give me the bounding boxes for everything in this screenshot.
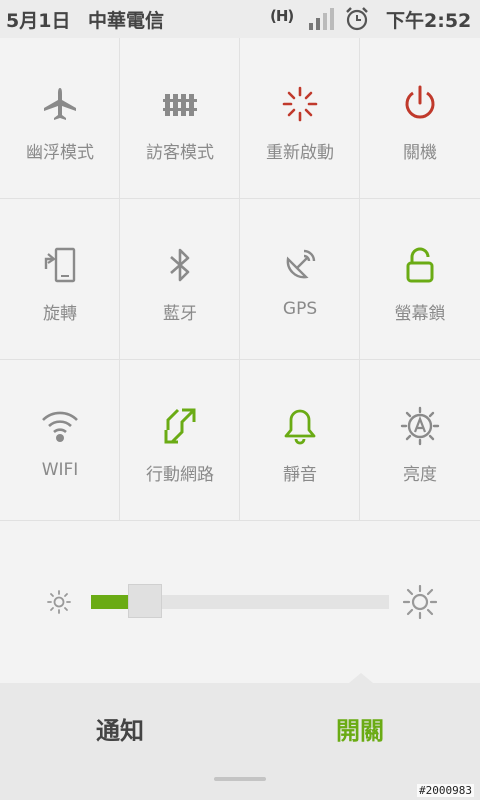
status-bar: 5月1日 中華電信 (H) 下午2:52 [0, 0, 480, 38]
brightness-slider[interactable] [91, 584, 389, 618]
status-carrier: 中華電信 [88, 10, 165, 32]
status-time: 下午2:52 [386, 10, 472, 32]
brightness-panel [0, 522, 480, 682]
rotate-icon [40, 245, 80, 285]
bottom-tab-bar: 通知 開關 #2000983 [0, 673, 480, 800]
unlock-icon [400, 245, 440, 285]
bluetooth-icon [160, 245, 200, 285]
tile-label: 訪客模式 [146, 143, 214, 163]
bell-icon [280, 406, 320, 446]
airplane-icon [40, 84, 80, 124]
tile-power-off[interactable]: 關機 [360, 38, 480, 199]
tile-label: 關機 [403, 143, 437, 163]
quick-settings-grid: 幽浮模式 訪客模式 重新啟動 關機 旋轉 藍牙 GPS 螢幕鎖 WIFI 行動網… [0, 38, 480, 521]
watermark: #2000983 [417, 784, 474, 797]
tile-silent[interactable]: 靜音 [240, 360, 360, 521]
brightness-low-icon [47, 590, 71, 614]
tab-switches[interactable]: 開關 [300, 711, 420, 746]
fence-icon [160, 84, 200, 124]
brightness-high-icon [403, 585, 437, 619]
tile-label: 旋轉 [43, 304, 77, 324]
tile-label: WIFI [41, 460, 79, 480]
mobile-data-icon [160, 406, 200, 446]
tile-rotate[interactable]: 旋轉 [0, 199, 120, 360]
tile-gps[interactable]: GPS [240, 199, 360, 360]
tile-label: 螢幕鎖 [394, 304, 446, 324]
tile-screen-lock[interactable]: 螢幕鎖 [360, 199, 480, 360]
restart-icon [280, 84, 320, 124]
gps-icon [280, 245, 320, 285]
status-date: 5月1日 [6, 10, 71, 32]
tile-label: 幽浮模式 [26, 143, 94, 163]
tile-ufo-mode[interactable]: 幽浮模式 [0, 38, 120, 199]
active-tab-indicator [349, 673, 373, 683]
auto-brightness-icon [400, 406, 440, 446]
tile-label: 重新啟動 [266, 143, 334, 163]
wifi-icon [40, 406, 80, 446]
tile-mobile-data[interactable]: 行動網路 [120, 360, 240, 521]
drag-handle[interactable] [214, 777, 266, 781]
tile-label: 行動網路 [146, 465, 214, 485]
tile-wifi[interactable]: WIFI [0, 360, 120, 521]
power-icon [400, 84, 440, 124]
tile-label: 靜音 [283, 465, 317, 485]
signal-icon [309, 8, 334, 30]
tile-bluetooth[interactable]: 藍牙 [120, 199, 240, 360]
tile-label: GPS [282, 299, 318, 319]
tile-label: 亮度 [403, 465, 437, 485]
alarm-icon [346, 7, 368, 31]
brightness-slider-thumb[interactable] [127, 584, 162, 618]
tile-restart[interactable]: 重新啟動 [240, 38, 360, 199]
tile-label: 藍牙 [163, 304, 197, 324]
network-h-icon: (H) [270, 7, 294, 25]
tab-notifications[interactable]: 通知 [60, 711, 180, 746]
brightness-slider-fill [91, 595, 128, 609]
tile-brightness[interactable]: 亮度 [360, 360, 480, 521]
tile-guest-mode[interactable]: 訪客模式 [120, 38, 240, 199]
